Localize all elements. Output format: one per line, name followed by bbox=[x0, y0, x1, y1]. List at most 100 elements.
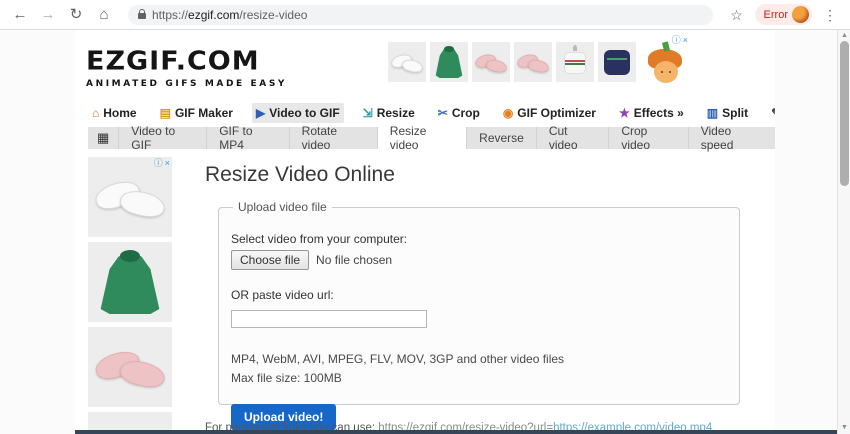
nav-label: Crop bbox=[451, 106, 480, 120]
logo-tagline: ANIMATED GIFS MADE EASY bbox=[86, 79, 288, 89]
mascot-face bbox=[654, 61, 678, 83]
hood-shape bbox=[444, 46, 454, 52]
browser-toolbar: ← → ↻ ⌂ https://ezgif.com/resize-video ☆… bbox=[0, 0, 850, 30]
ad-mascot-orange-character[interactable]: ⓘ × bbox=[646, 36, 688, 86]
site-logo[interactable]: EZGIF.COM ANIMATED GIFS MADE EASY bbox=[86, 46, 287, 89]
lock-icon bbox=[138, 9, 146, 19]
nav-item-add-text[interactable]: ✎Add text bbox=[767, 103, 775, 123]
profile-avatar[interactable] bbox=[792, 6, 809, 23]
shoe-shape bbox=[117, 357, 168, 391]
nav-label: Resize bbox=[376, 106, 415, 120]
nav-label: GIF Maker bbox=[174, 106, 233, 120]
optimizer-icon: ◉ bbox=[502, 106, 514, 120]
select-video-label: Select video from your computer: bbox=[231, 232, 408, 246]
ad-product-white-shoes[interactable]: ⓘ × bbox=[88, 157, 172, 237]
add-text-icon: ✎ bbox=[771, 107, 775, 119]
sweater-shape bbox=[563, 51, 587, 74]
error-badge-label: Error bbox=[763, 8, 788, 21]
hanger-shape bbox=[573, 45, 578, 52]
logo-title: EZGIF.COM bbox=[86, 46, 260, 77]
shoe-shape bbox=[485, 57, 508, 74]
video-to-gif-icon: ▶ bbox=[255, 106, 266, 120]
fieldset-legend: Upload video file bbox=[238, 200, 327, 214]
tab-reverse[interactable]: Reverse bbox=[466, 127, 536, 149]
mascot-eye bbox=[669, 71, 671, 73]
gif-maker-icon: ▤ bbox=[159, 106, 171, 120]
tab-gif-to-mp4[interactable]: GIF to MP4 bbox=[206, 124, 288, 152]
choose-file-button[interactable]: Choose file bbox=[231, 250, 310, 270]
adchoices-controls: ⓘ × bbox=[154, 159, 170, 168]
ad-product-green-hoodie[interactable] bbox=[88, 242, 172, 322]
formats-line: MP4, WebM, AVI, MPEG, FLV, MOV, 3GP and … bbox=[231, 352, 565, 366]
browser-menu-icon[interactable]: ⋮ bbox=[820, 8, 840, 22]
shoe-shape bbox=[527, 57, 550, 74]
page-scrollbar[interactable]: ▲ ▼ bbox=[837, 30, 850, 434]
home-icon: ⌂ bbox=[92, 106, 100, 120]
adchoices-close-icon[interactable]: × bbox=[165, 159, 170, 168]
effects-icon: ★ bbox=[618, 106, 630, 120]
ad-product-pink-shoes[interactable] bbox=[514, 42, 552, 82]
ad-product-pink-ballet-flats[interactable] bbox=[472, 42, 510, 82]
ad-product-pink-ballet-flats[interactable] bbox=[88, 327, 172, 407]
nav-item-gif-maker[interactable]: ▤ GIF Maker bbox=[156, 103, 237, 123]
nav-label: Split bbox=[722, 106, 749, 120]
url-text: https://ezgif.com/resize-video bbox=[152, 7, 308, 22]
tab-rotate-video[interactable]: Rotate video bbox=[288, 124, 377, 152]
max-size-line: Max file size: 100MB bbox=[231, 370, 342, 385]
adchoices-close-icon[interactable]: × bbox=[683, 36, 688, 45]
shoe-shape bbox=[117, 187, 168, 221]
nav-label: Effects » bbox=[633, 106, 684, 120]
nav-item-video-to-gif[interactable]: ▶ Video to GIF bbox=[251, 103, 344, 123]
page-title: Resize Video Online bbox=[205, 163, 395, 186]
reload-icon[interactable]: ↻ bbox=[66, 7, 86, 22]
clapperboard-icon[interactable]: ▦ bbox=[88, 127, 118, 149]
nav-label: Home bbox=[103, 106, 137, 120]
top-ad-banner: ⓘ × bbox=[388, 36, 688, 86]
paste-url-label: OR paste video url: bbox=[231, 288, 334, 302]
hood-shape bbox=[119, 250, 141, 262]
shoe-shape bbox=[401, 57, 424, 74]
resize-icon: ⇲ bbox=[362, 106, 373, 120]
nav-item-home[interactable]: ⌂ Home bbox=[88, 103, 141, 123]
split-icon: ▥ bbox=[706, 106, 719, 120]
tab-resize-video[interactable]: Resize video bbox=[376, 124, 467, 152]
extension-error-badge[interactable]: Error bbox=[754, 4, 812, 25]
upload-video-fieldset: Upload video file Select video from your… bbox=[218, 200, 740, 431]
nav-item-crop[interactable]: ✂ Crop bbox=[434, 103, 484, 123]
tab-video-to-gif[interactable]: Video to GIF bbox=[118, 124, 206, 152]
nav-item-gif-optimizer[interactable]: ◉ GIF Optimizer bbox=[499, 103, 600, 123]
adchoices-info-icon[interactable]: ⓘ bbox=[154, 159, 163, 168]
ad-product-striped-sweater[interactable] bbox=[556, 42, 594, 82]
supported-formats-text: MP4, WebM, AVI, MPEG, FLV, MOV, 3GP and … bbox=[231, 350, 727, 387]
nav-label: Video to GIF bbox=[269, 106, 340, 120]
crop-icon: ✂ bbox=[437, 106, 448, 120]
adchoices-info-icon[interactable]: ⓘ bbox=[672, 36, 681, 45]
ad-product-white-shoes[interactable] bbox=[388, 42, 426, 82]
nav-item-effects[interactable]: ★ Effects » bbox=[615, 103, 688, 123]
video-tools-subnav: ▦ Video to GIF GIF to MP4 Rotate video R… bbox=[88, 124, 775, 152]
nav-item-split[interactable]: ▥ Split bbox=[703, 103, 752, 123]
sweater-shape bbox=[604, 50, 630, 75]
forward-icon[interactable]: → bbox=[38, 7, 58, 22]
ad-product-navy-sweater[interactable] bbox=[598, 42, 636, 82]
nav-item-resize[interactable]: ⇲ Resize bbox=[359, 103, 419, 123]
bottom-edge-strip bbox=[75, 430, 850, 434]
back-icon[interactable]: ← bbox=[10, 7, 30, 22]
tab-crop-video[interactable]: Crop video bbox=[608, 124, 687, 152]
address-bar[interactable]: https://ezgif.com/resize-video bbox=[128, 4, 713, 25]
tab-cut-video[interactable]: Cut video bbox=[535, 124, 609, 152]
ad-product-green-hoodie[interactable] bbox=[430, 42, 468, 82]
bookmark-star-icon[interactable]: ☆ bbox=[727, 8, 747, 22]
scrollbar-thumb[interactable] bbox=[840, 41, 849, 186]
no-file-chosen-text: No file chosen bbox=[316, 253, 393, 267]
video-url-input[interactable] bbox=[231, 310, 427, 328]
file-input-row: Choose file No file chosen bbox=[231, 250, 727, 270]
scroll-down-icon[interactable]: ▼ bbox=[838, 422, 850, 434]
mascot-sprout bbox=[662, 41, 670, 52]
mascot-eye bbox=[661, 71, 663, 73]
nav-label: GIF Optimizer bbox=[517, 106, 596, 120]
browser-home-icon[interactable]: ⌂ bbox=[94, 7, 114, 22]
adchoices-controls: ⓘ × bbox=[672, 36, 688, 45]
tab-video-speed[interactable]: Video speed bbox=[687, 124, 775, 152]
page-body: EZGIF.COM ANIMATED GIFS MADE EASY ⓘ × ⌂ H… bbox=[75, 30, 775, 434]
